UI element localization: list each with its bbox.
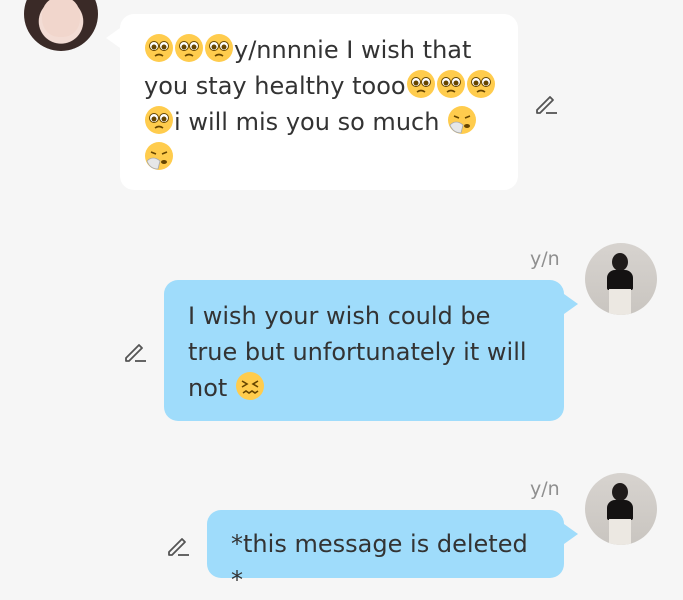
incoming-message-bubble[interactable]: y/nnnnie I wish that you stay healthy to… — [106, 14, 518, 190]
pleading-face-emoji — [204, 33, 234, 63]
sneezing-face-emoji — [144, 141, 174, 171]
message-text: I wish your wish could be true but unfor… — [188, 302, 527, 402]
user-avatar[interactable] — [585, 243, 657, 315]
outgoing-message-bubble[interactable]: *this message is deleted * — [207, 510, 578, 594]
pleading-face-emoji — [465, 69, 496, 99]
outgoing-message-bubble[interactable]: I wish your wish could be true but unfor… — [164, 280, 578, 421]
pencil-icon[interactable] — [122, 338, 148, 364]
pleading-face-emoji — [405, 69, 436, 99]
pleading-face-emoji — [144, 33, 174, 63]
message-text: *this message is deleted * — [231, 530, 528, 594]
avatar-figure-head — [612, 253, 628, 271]
sender-label: y/n — [530, 248, 560, 270]
avatar-figure-legs — [609, 519, 631, 545]
avatar-figure-head — [612, 483, 628, 501]
contact-avatar[interactable] — [24, 0, 98, 51]
pleading-face-emoji — [174, 33, 204, 63]
pencil-icon[interactable] — [165, 532, 191, 558]
pleading-face-emoji — [435, 69, 466, 99]
avatar-figure-legs — [609, 289, 631, 315]
avatar-face — [42, 0, 80, 37]
sender-label: y/n — [530, 478, 560, 500]
confounded-face-emoji — [235, 371, 265, 401]
sneezing-face-emoji — [447, 105, 477, 135]
user-avatar[interactable] — [585, 473, 657, 545]
pencil-icon[interactable] — [533, 90, 559, 116]
avatar-figure-body — [607, 500, 633, 520]
message-text: y/nnnnie I wish that you stay healthy to… — [144, 33, 496, 172]
pleading-face-emoji — [144, 105, 174, 135]
avatar-figure-body — [607, 270, 633, 290]
